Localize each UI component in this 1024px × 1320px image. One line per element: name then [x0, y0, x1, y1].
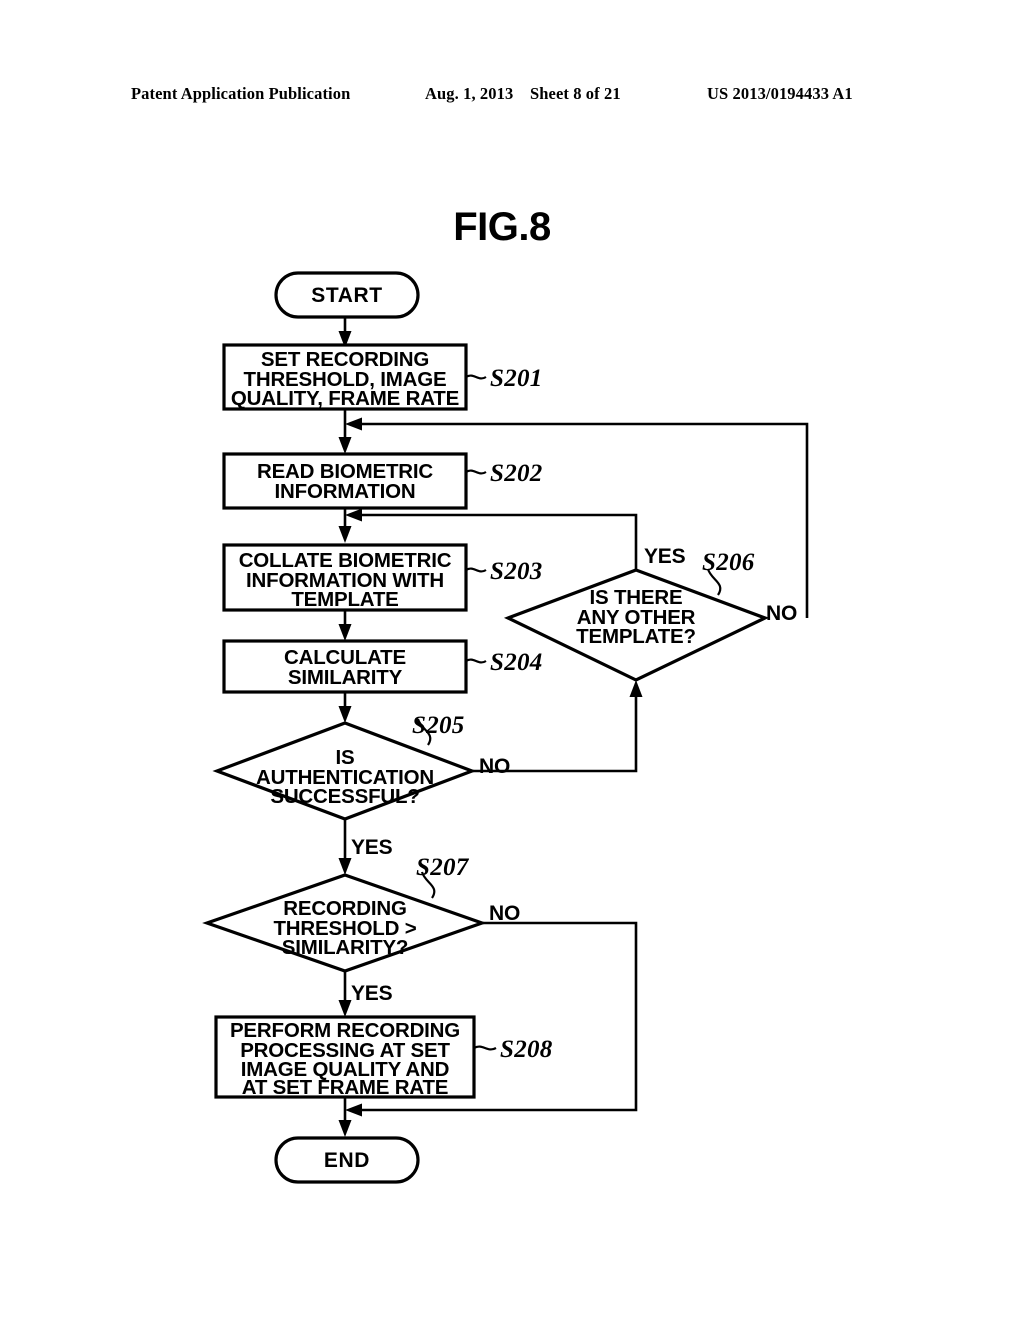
- node-s203: COLLATE BIOMETRIC INFORMATION WITH TEMPL…: [222, 543, 543, 612]
- node-s206: IS THERE ANY OTHER TEMPLATE? S206 YES NO: [503, 545, 797, 682]
- s207-branch-yes: YES: [351, 982, 393, 1005]
- flowchart-diagram: START END SET RECORDING THRESHOLD, IMAGE…: [202, 271, 809, 1184]
- node-start: START: [274, 271, 420, 319]
- s205-step-label: S205: [412, 712, 465, 739]
- s208-step-label: S208: [500, 1036, 553, 1063]
- s203-step-label: S203: [490, 558, 543, 585]
- connector-s203-to-s204: [338, 610, 352, 641]
- start-label: START: [311, 284, 382, 307]
- connector-s205-yes-to-s207: [338, 819, 352, 875]
- s203-line-3: TEMPLATE: [291, 588, 398, 611]
- node-s207: RECORDING THRESHOLD > SIMILARITY? S207 N…: [202, 854, 520, 1005]
- s202-line-2: INFORMATION: [275, 480, 416, 503]
- connector-start-to-s201: [338, 317, 352, 348]
- node-s204: CALCULATE SIMILARITY S204: [222, 639, 543, 694]
- s206-line-3: TEMPLATE?: [576, 625, 696, 648]
- s205-line-3: SUCCESSFUL?: [270, 785, 419, 808]
- connector-s208-to-end: [338, 1097, 352, 1137]
- s206-branch-yes: YES: [644, 545, 686, 568]
- s204-line-2: SIMILARITY: [288, 666, 403, 689]
- connector-s201-to-s202: [338, 409, 352, 454]
- connector-s207-yes-to-s208: [338, 971, 352, 1017]
- s205-branch-no: NO: [479, 755, 510, 778]
- s201-step-label: S201: [490, 365, 543, 392]
- s201-line-3: QUALITY, FRAME RATE: [231, 387, 459, 410]
- s208-line-4: AT SET FRAME RATE: [242, 1076, 449, 1099]
- connector-s202-to-s203: [338, 508, 352, 543]
- node-s205: IS AUTHENTICATION SUCCESSFUL? S205 NO YE…: [212, 712, 510, 859]
- s207-branch-no: NO: [489, 902, 520, 925]
- node-s208: PERFORM RECORDING PROCESSING AT SET IMAG…: [214, 1015, 553, 1099]
- end-label: END: [324, 1149, 370, 1172]
- patent-figure-page: Patent Application Publication Aug. 1, 2…: [0, 0, 1024, 1320]
- s205-branch-yes: YES: [351, 836, 393, 859]
- s207-line-3: SIMILARITY?: [282, 936, 409, 959]
- s202-step-label: S202: [490, 460, 543, 487]
- s206-step-label: S206: [702, 549, 755, 576]
- node-s202: READ BIOMETRIC INFORMATION S202: [222, 452, 543, 510]
- node-end: END: [274, 1136, 420, 1184]
- connector-s204-to-s205: [338, 692, 352, 723]
- s204-step-label: S204: [490, 649, 543, 676]
- s206-branch-no: NO: [766, 602, 797, 625]
- s207-step-label: S207: [416, 854, 470, 881]
- node-s201: SET RECORDING THRESHOLD, IMAGE QUALITY, …: [222, 343, 543, 411]
